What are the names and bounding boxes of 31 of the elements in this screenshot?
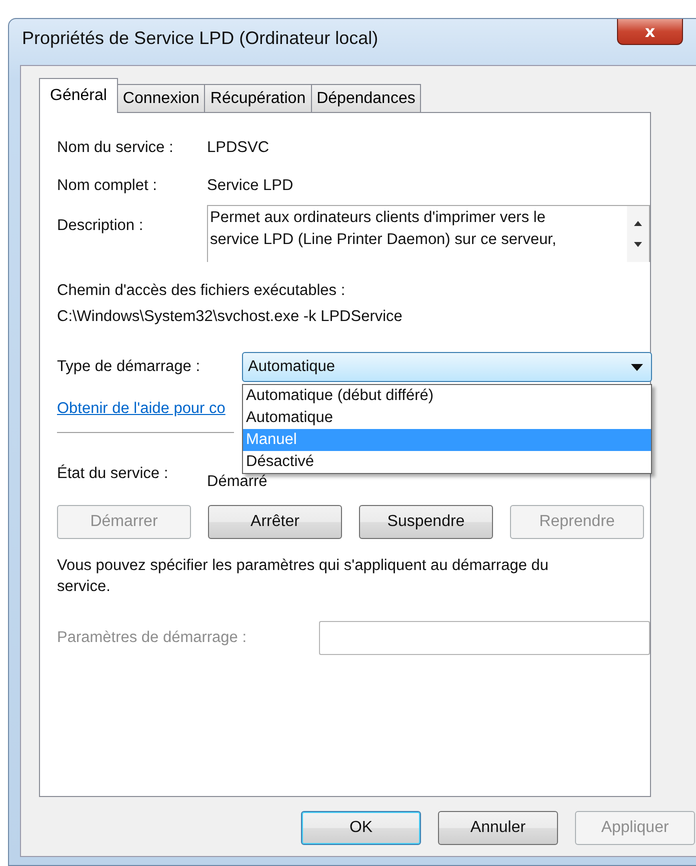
field-label: Nom du service : — [57, 139, 174, 157]
parameters-label: Paramètres de démarrage : — [57, 629, 248, 647]
dialog-button[interactable]: OK — [301, 811, 421, 845]
description-label: Description : — [57, 217, 144, 235]
help-link[interactable]: Obtenir de l'aide pour co — [57, 400, 226, 417]
tab[interactable]: Dépendances — [310, 84, 422, 112]
dropdown-option[interactable]: Automatique — [243, 407, 651, 429]
startup-type-label: Type de démarrage : — [57, 358, 202, 376]
field-value: Service LPD — [207, 177, 294, 195]
close-button[interactable]: x — [617, 19, 683, 45]
service-button[interactable]: Suspendre — [359, 505, 493, 539]
dropdown-arrow-icon — [631, 364, 643, 370]
service-button[interactable]: Arrêter — [208, 505, 342, 539]
tab[interactable]: Connexion — [116, 84, 206, 112]
hint-text: Vous pouvez spécifier les paramètres qui s'appliquent au démarrage du service. — [57, 556, 550, 597]
tab[interactable]: Récupération — [204, 84, 312, 112]
dropdown-option[interactable]: Automatique (début différé) — [243, 385, 651, 407]
field-label: Nom complet : — [57, 177, 158, 195]
window-title: Propriétés de Service LPD (Ordinateur local) — [22, 28, 378, 49]
scrollbar[interactable] — [627, 206, 649, 262]
field-value: LPDSVC — [207, 139, 270, 157]
status-label: État du service : — [57, 465, 170, 483]
path-value: C:\Windows\System32\svchost.exe -k LPDService — [57, 308, 404, 326]
dialog-button[interactable]: Annuler — [438, 811, 558, 845]
description-box: Permet aux ordinateurs clients d'imprimer vers le service LPD (Line Printer Daemon) sur ce serveur, — [207, 205, 650, 262]
startup-type-dropdown[interactable]: Automatique — [242, 352, 652, 382]
scroll-down-icon[interactable] — [633, 242, 643, 248]
tab[interactable]: Général — [39, 78, 118, 113]
scroll-up-icon[interactable] — [633, 220, 643, 226]
dropdown-option[interactable]: Désactivé — [243, 451, 651, 473]
path-label: Chemin d'accès des fichiers exécutables : — [57, 282, 346, 300]
